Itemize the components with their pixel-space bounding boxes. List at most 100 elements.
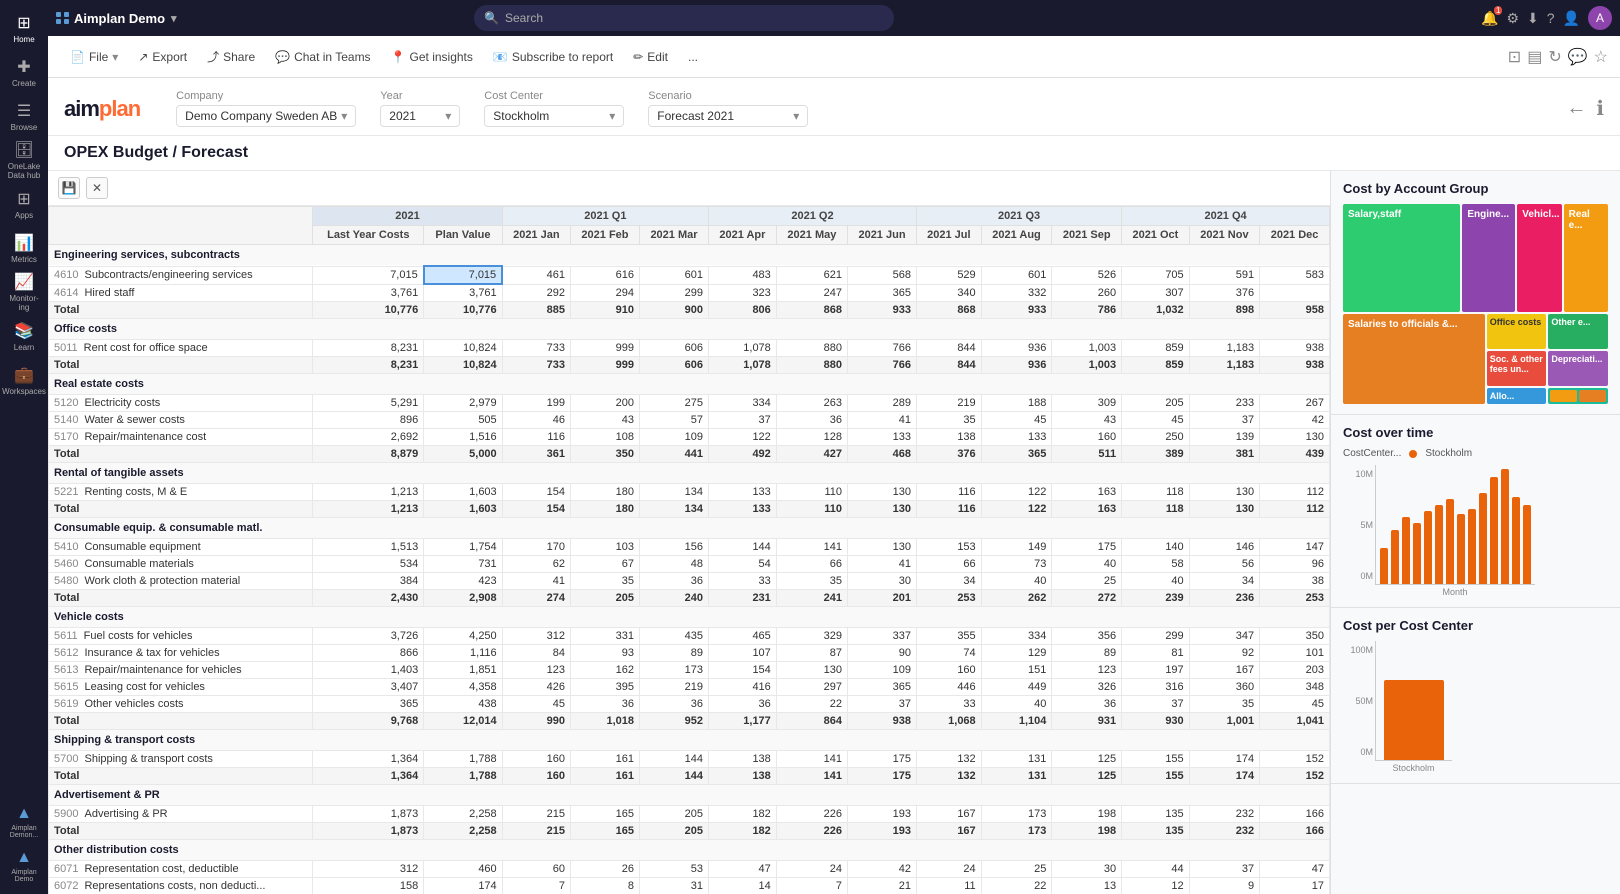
- data-cell[interactable]: 2,979: [424, 395, 502, 412]
- data-cell[interactable]: 167: [1189, 662, 1259, 679]
- data-cell[interactable]: 14: [709, 878, 777, 894]
- data-cell[interactable]: 199: [502, 395, 570, 412]
- sidebar-item-workspaces[interactable]: 💼 Workspaces: [4, 360, 44, 400]
- data-cell[interactable]: 1,513: [313, 539, 424, 556]
- data-cell[interactable]: 101: [1260, 645, 1330, 662]
- data-cell[interactable]: 198: [1052, 806, 1122, 823]
- data-cell[interactable]: 731: [424, 556, 502, 573]
- data-cell[interactable]: 40: [1052, 556, 1122, 573]
- data-cell[interactable]: 47: [709, 861, 777, 878]
- grid-close-icon[interactable]: ✕: [86, 177, 108, 199]
- data-cell[interactable]: 460: [424, 861, 502, 878]
- data-cell[interactable]: 130: [776, 662, 847, 679]
- data-cell[interactable]: 147: [1260, 539, 1330, 556]
- data-cell[interactable]: 292: [502, 284, 570, 302]
- download-icon[interactable]: ⬇: [1527, 10, 1539, 27]
- data-cell[interactable]: 37: [1189, 412, 1259, 429]
- data-cell[interactable]: 7: [502, 878, 570, 894]
- help-icon[interactable]: ?: [1547, 10, 1555, 26]
- data-cell[interactable]: 26: [570, 861, 639, 878]
- data-cell[interactable]: 125: [1052, 751, 1122, 768]
- data-cell[interactable]: 35: [776, 573, 847, 590]
- data-cell[interactable]: 337: [848, 628, 917, 645]
- data-cell[interactable]: 365: [848, 679, 917, 696]
- data-cell[interactable]: 43: [570, 412, 639, 429]
- share-button[interactable]: ⤴ Share: [197, 44, 265, 69]
- data-cell[interactable]: 74: [917, 645, 982, 662]
- data-cell[interactable]: 84: [502, 645, 570, 662]
- data-cell[interactable]: 384: [313, 573, 424, 590]
- data-cell[interactable]: 1,851: [424, 662, 502, 679]
- data-cell[interactable]: 326: [1052, 679, 1122, 696]
- data-cell[interactable]: 47: [1260, 861, 1330, 878]
- comment-icon[interactable]: 💬: [1568, 47, 1588, 67]
- data-cell[interactable]: 40: [1122, 573, 1190, 590]
- data-cell[interactable]: 140: [1122, 539, 1190, 556]
- data-cell[interactable]: 733: [502, 340, 570, 357]
- data-cell[interactable]: 8,231: [313, 340, 424, 357]
- data-cell[interactable]: 4,358: [424, 679, 502, 696]
- data-cell[interactable]: 41: [848, 556, 917, 573]
- data-cell[interactable]: 7,015: [313, 266, 424, 284]
- sidebar-item-metrics[interactable]: 📊 Metrics: [4, 228, 44, 268]
- data-cell[interactable]: 31: [639, 878, 708, 894]
- data-cell[interactable]: 132: [917, 751, 982, 768]
- data-cell[interactable]: 133: [709, 484, 777, 501]
- data-cell[interactable]: 162: [570, 662, 639, 679]
- view-toggle-icon[interactable]: ⊡: [1508, 47, 1521, 67]
- data-cell[interactable]: 153: [917, 539, 982, 556]
- data-cell[interactable]: 591: [1189, 266, 1259, 284]
- data-cell[interactable]: 1,364: [313, 751, 424, 768]
- data-cell[interactable]: 34: [1189, 573, 1259, 590]
- data-cell[interactable]: 118: [1122, 484, 1190, 501]
- sidebar-item-aimplan1[interactable]: ▲ AimplanDemon...: [4, 802, 44, 842]
- data-cell[interactable]: 122: [709, 429, 777, 446]
- data-cell[interactable]: 81: [1122, 645, 1190, 662]
- data-cell[interactable]: 307: [1122, 284, 1190, 302]
- data-cell[interactable]: 109: [848, 662, 917, 679]
- data-cell[interactable]: 130: [848, 484, 917, 501]
- data-cell[interactable]: 37: [1189, 861, 1259, 878]
- notification-icon[interactable]: 🔔1: [1481, 10, 1498, 27]
- data-cell[interactable]: 36: [639, 573, 708, 590]
- sidebar-item-aimplan2[interactable]: ▲ AimplanDemo: [4, 846, 44, 886]
- data-cell[interactable]: 616: [570, 266, 639, 284]
- edit-button[interactable]: ✏ Edit: [623, 46, 678, 68]
- data-cell[interactable]: 66: [776, 556, 847, 573]
- user-avatar[interactable]: A: [1588, 6, 1612, 30]
- data-cell[interactable]: 141: [776, 751, 847, 768]
- data-cell[interactable]: 334: [981, 628, 1052, 645]
- data-cell[interactable]: 465: [709, 628, 777, 645]
- data-panel[interactable]: 💾 ✕ 2021 2021 Q1 2021 Q2 2021 Q3 2021 Q4…: [48, 171, 1330, 894]
- data-cell[interactable]: 158: [313, 878, 424, 894]
- data-cell[interactable]: 365: [313, 696, 424, 713]
- export-button[interactable]: ↗ Export: [128, 46, 197, 68]
- data-cell[interactable]: 89: [639, 645, 708, 662]
- data-cell[interactable]: 526: [1052, 266, 1122, 284]
- sidebar-item-learn[interactable]: 📚 Learn: [4, 316, 44, 356]
- data-cell[interactable]: 174: [424, 878, 502, 894]
- data-cell[interactable]: 1,754: [424, 539, 502, 556]
- data-cell[interactable]: 999: [570, 340, 639, 357]
- data-cell[interactable]: 859: [1122, 340, 1190, 357]
- cost-center-select[interactable]: Stockholm ▾: [484, 105, 624, 127]
- data-cell[interactable]: 323: [709, 284, 777, 302]
- data-cell[interactable]: 155: [1122, 751, 1190, 768]
- data-cell[interactable]: 263: [776, 395, 847, 412]
- data-cell[interactable]: 141: [776, 539, 847, 556]
- data-cell[interactable]: 73: [981, 556, 1052, 573]
- data-cell[interactable]: 45: [502, 696, 570, 713]
- data-cell[interactable]: 844: [917, 340, 982, 357]
- data-cell[interactable]: 151: [981, 662, 1052, 679]
- data-cell[interactable]: 53: [639, 861, 708, 878]
- subscribe-button[interactable]: 📧 Subscribe to report: [483, 46, 623, 68]
- data-cell[interactable]: 156: [639, 539, 708, 556]
- data-cell[interactable]: 154: [502, 484, 570, 501]
- star-icon[interactable]: ☆: [1594, 47, 1608, 67]
- data-cell[interactable]: 130: [1189, 484, 1259, 501]
- grid-save-icon[interactable]: 💾: [58, 177, 80, 199]
- data-cell[interactable]: 174: [1189, 751, 1259, 768]
- data-cell[interactable]: 347: [1189, 628, 1259, 645]
- data-cell[interactable]: 233: [1189, 395, 1259, 412]
- data-cell[interactable]: 30: [848, 573, 917, 590]
